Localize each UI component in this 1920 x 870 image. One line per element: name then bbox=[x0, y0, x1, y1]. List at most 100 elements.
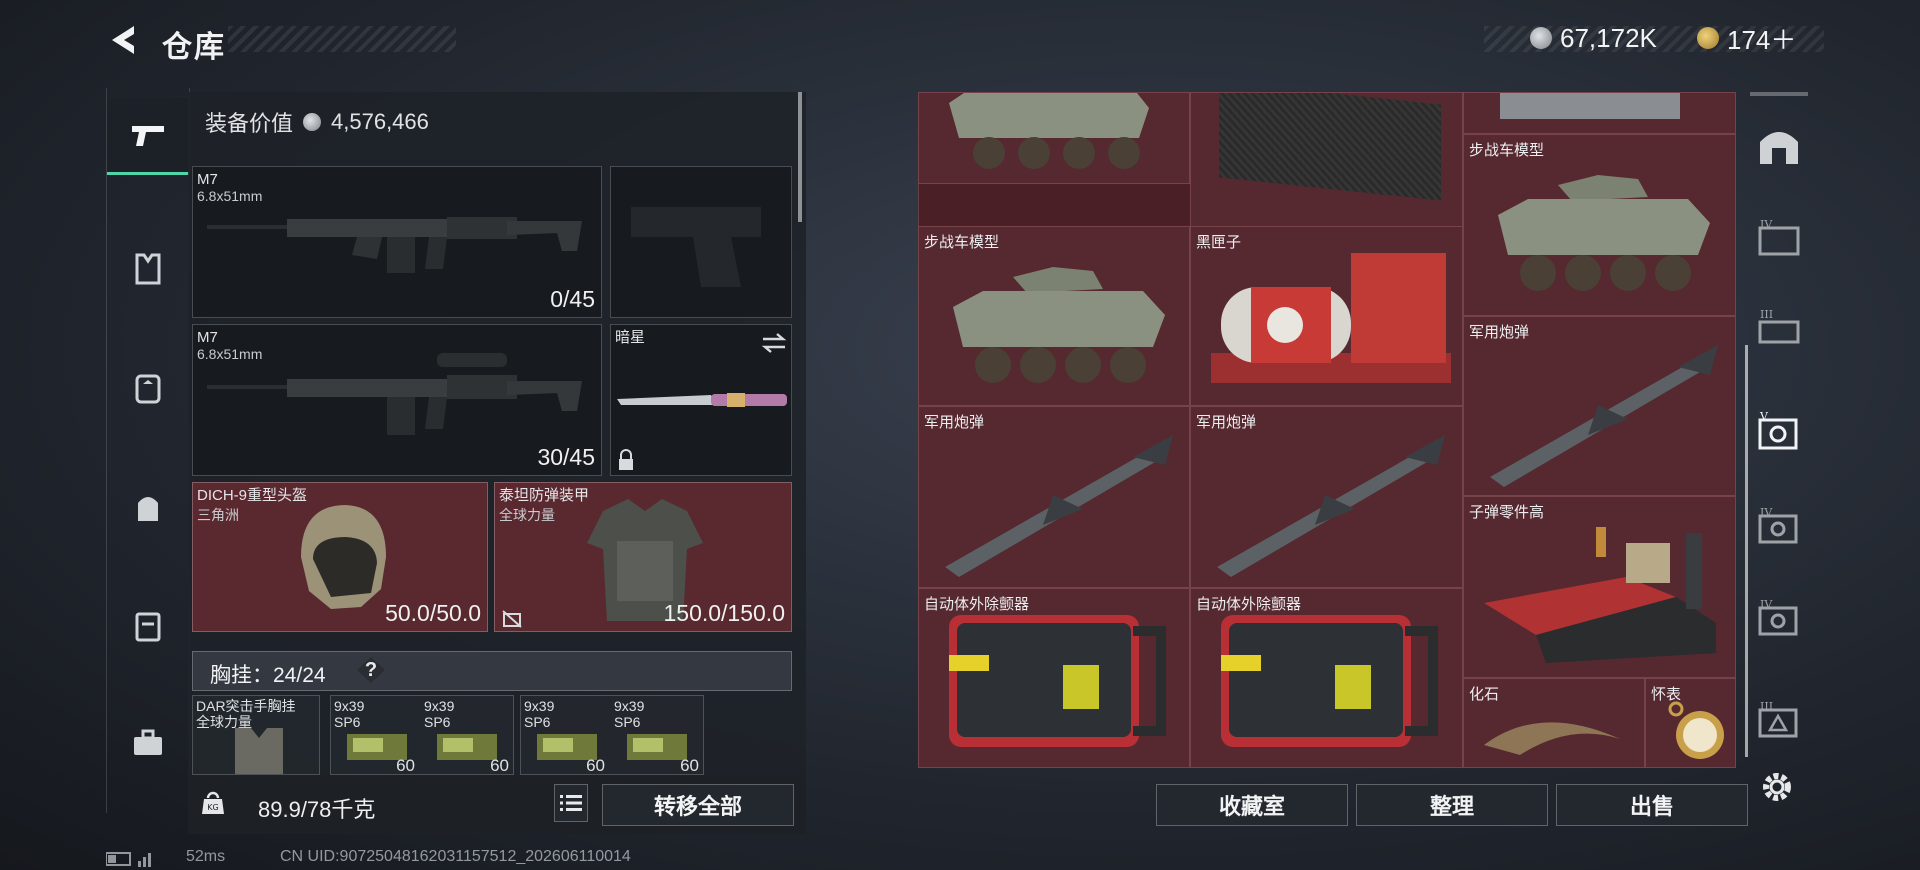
storage-item-ifv-partial[interactable] bbox=[918, 92, 1190, 184]
collection-room-button[interactable]: 收藏室 bbox=[1156, 784, 1348, 826]
primary-weapon-slot-1[interactable]: M7 6.8x51mm 0/45 bbox=[192, 166, 602, 318]
storage-item-pocket-watch[interactable]: 怀表 bbox=[1645, 678, 1736, 768]
pistol-icon bbox=[132, 126, 164, 146]
ammo-stack-slot[interactable]: 9x39 SP6 9x39 SP6 60 60 bbox=[520, 695, 704, 775]
nav-case[interactable] bbox=[107, 588, 189, 662]
ifv-model-icon bbox=[953, 267, 1165, 383]
helmet-durability: 50.0/50.0 bbox=[385, 600, 481, 626]
carbon-sheet-icon bbox=[1219, 93, 1441, 201]
help-button[interactable]: ? bbox=[356, 656, 386, 684]
ifv-model-icon bbox=[949, 93, 1149, 169]
rig-icon bbox=[235, 728, 283, 774]
storage-item-mat[interactable] bbox=[1190, 92, 1463, 228]
nav-toolbox[interactable] bbox=[107, 706, 189, 780]
storage-item-black-box[interactable]: 黑匣子 bbox=[1190, 226, 1463, 406]
device-icon bbox=[1500, 93, 1680, 119]
melee-name: 暗星 bbox=[615, 329, 646, 346]
storage-tier-3-display-icon[interactable]: III bbox=[1756, 700, 1802, 740]
transfer-all-button[interactable]: 转移全部 bbox=[602, 784, 794, 826]
back-button[interactable] bbox=[104, 22, 144, 58]
weapon-caliber: 6.8x51mm bbox=[197, 188, 263, 204]
helmet-brand: 三角洲 bbox=[197, 507, 239, 523]
storage-item-device-partial[interactable] bbox=[1463, 92, 1736, 134]
chest-rig-label: 胸挂：24/24 bbox=[210, 659, 326, 689]
title-decoration bbox=[228, 26, 456, 52]
storage-tier-4-display-icon[interactable]: IV bbox=[1756, 506, 1802, 546]
storage-tabs: IV III V IV IV III bbox=[1742, 92, 1812, 802]
defibrillator-icon bbox=[949, 615, 1166, 747]
ammo-caliber: 9x39 bbox=[614, 698, 645, 714]
case-icon bbox=[135, 612, 161, 642]
ammo-quantity: 60 bbox=[680, 756, 699, 775]
storage-item-bullet-parts[interactable]: 子弹零件高 bbox=[1463, 496, 1736, 678]
user-uid: CN UID:90725048162031157512_202606110014 bbox=[280, 848, 631, 865]
storage-tier-3-icon[interactable]: III bbox=[1756, 308, 1802, 348]
settings-gear-icon[interactable] bbox=[1760, 770, 1794, 804]
svg-text:V: V bbox=[1759, 412, 1769, 423]
nav-backpack[interactable] bbox=[107, 350, 189, 424]
no-repair-icon bbox=[502, 610, 522, 628]
missile-icon bbox=[1490, 345, 1718, 487]
storage-tier-4-display-icon[interactable]: IV bbox=[1756, 598, 1802, 638]
equipment-value: 装备价值 4,576,466 bbox=[205, 106, 429, 138]
storage-item-fossil[interactable]: 化石 bbox=[1463, 678, 1645, 768]
ammo-caliber: 9x39 bbox=[524, 698, 555, 714]
sell-button[interactable]: 出售 bbox=[1556, 784, 1748, 826]
item-label: 子弹零件高 bbox=[1469, 504, 1545, 521]
missile-icon bbox=[945, 435, 1173, 577]
swap-icon[interactable] bbox=[761, 331, 787, 355]
armor-brand: 全球力量 bbox=[499, 507, 555, 523]
black-box-icon bbox=[1211, 253, 1451, 383]
nav-bag[interactable] bbox=[107, 470, 189, 544]
ammo-caliber: 9x39 bbox=[424, 698, 455, 714]
organize-button[interactable]: 整理 bbox=[1356, 784, 1548, 826]
help-label: ? bbox=[364, 658, 378, 681]
currency-secondary[interactable]: 174＋ bbox=[1697, 22, 1797, 55]
storage-item-military-shell[interactable]: 军用炮弹 bbox=[918, 406, 1190, 588]
armor-name: 泰坦防弹装甲 bbox=[499, 487, 590, 504]
storage-item-military-shell[interactable]: 军用炮弹 bbox=[1190, 406, 1463, 588]
list-view-button[interactable] bbox=[554, 784, 588, 822]
ammo-stack-slot[interactable]: 9x39 SP6 9x39 SP6 60 60 bbox=[330, 695, 514, 775]
melee-slot[interactable]: 暗星 bbox=[610, 324, 792, 476]
storage-item-defibrillator[interactable]: 自动体外除颤器 bbox=[1190, 588, 1463, 768]
armor-durability: 150.0/150.0 bbox=[663, 600, 785, 626]
currency-main: 67,172K bbox=[1530, 22, 1657, 54]
nav-armor[interactable] bbox=[107, 232, 189, 306]
storage-tier-4-icon[interactable]: IV bbox=[1756, 218, 1802, 258]
secondary-weapon-slot[interactable] bbox=[610, 166, 792, 318]
equipment-scrollbar[interactable] bbox=[798, 92, 802, 222]
storage-scrollbar[interactable] bbox=[1745, 345, 1748, 757]
svg-text:KG: KG bbox=[207, 803, 218, 812]
ammo-quantity: 60 bbox=[490, 756, 509, 775]
triangle-coin-icon bbox=[1697, 27, 1719, 49]
category-nav bbox=[106, 88, 190, 813]
chest-rig-title: 胸挂： bbox=[210, 664, 273, 687]
back-arrow-icon bbox=[112, 26, 134, 54]
storage-item-military-shell[interactable]: 军用炮弹 bbox=[1463, 316, 1736, 496]
pocket-watch-icon bbox=[1668, 701, 1724, 759]
currency-secondary-value: 174＋ bbox=[1727, 24, 1797, 55]
chest-rig-capacity: 24/24 bbox=[273, 664, 326, 687]
body-armor-slot[interactable]: 泰坦防弹装甲 全球力量 150.0/150.0 bbox=[494, 482, 792, 632]
helmet-slot[interactable]: DICH-9重型头盔 三角洲 50.0/50.0 bbox=[192, 482, 488, 632]
weapon-ammo: 0/45 bbox=[550, 286, 595, 312]
vault-icon[interactable] bbox=[1756, 126, 1802, 166]
knife-icon bbox=[617, 393, 787, 407]
svg-text:III: III bbox=[1760, 700, 1773, 713]
storage-item-ifv-model[interactable]: 步战车模型 bbox=[1463, 134, 1736, 316]
bullet-parts-icon bbox=[1484, 527, 1716, 663]
storage-item-ifv-model[interactable]: 步战车模型 bbox=[918, 226, 1190, 406]
nav-weapons[interactable] bbox=[107, 98, 189, 175]
ammo-caliber: 9x39 bbox=[334, 698, 365, 714]
svg-text:III: III bbox=[1760, 308, 1773, 321]
storage-item-defibrillator[interactable]: 自动体外除颤器 bbox=[918, 588, 1190, 768]
chest-rig-item[interactable]: DAR突击手胸挂 全球力量 bbox=[192, 695, 320, 775]
storage-display-icon-active[interactable]: V bbox=[1756, 412, 1802, 452]
defibrillator-icon bbox=[1221, 615, 1438, 747]
svg-text:IV: IV bbox=[1760, 218, 1773, 231]
storage-tabs-top-divider bbox=[1750, 92, 1808, 96]
ifv-model-icon bbox=[1498, 175, 1710, 291]
primary-weapon-slot-2[interactable]: M7 6.8x51mm 30/45 bbox=[192, 324, 602, 476]
weapon-ammo: 30/45 bbox=[537, 444, 595, 470]
